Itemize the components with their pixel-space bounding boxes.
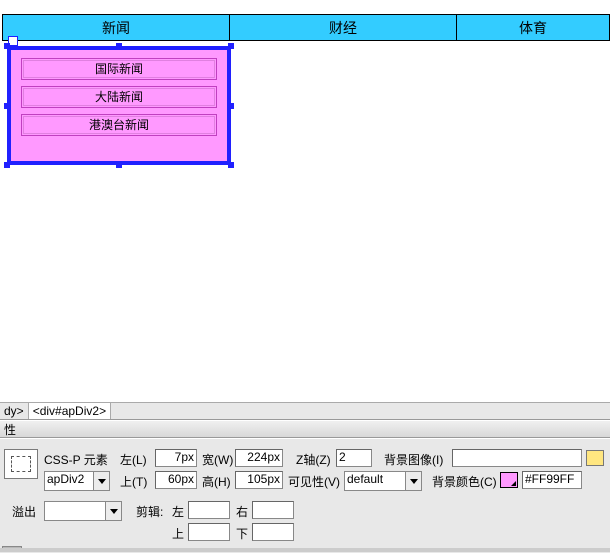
properties-panel: CSS-P 元素 左(L) 7px 宽(W) 224px Z轴(Z) 2 背景图… <box>0 438 610 553</box>
clip-right-label: 右 <box>236 503 248 520</box>
z-label: Z轴(Z) <box>296 451 331 468</box>
left-label: 左(L) <box>120 451 147 468</box>
resize-handle-bm[interactable] <box>116 162 122 168</box>
cssp-label: CSS-P 元素 <box>44 451 108 468</box>
overflow-select[interactable] <box>44 501 122 521</box>
nav-tab-sports[interactable]: 体育 <box>457 15 610 41</box>
nav-table: 新闻 财经 体育 <box>2 14 610 41</box>
submenu-item-label: 大陆新闻 <box>23 88 215 106</box>
clip-right-input[interactable] <box>252 501 294 519</box>
bgimage-label: 背景图像(I) <box>384 451 443 468</box>
clip-bottom-label: 下 <box>236 525 248 542</box>
top-label: 上(T) <box>120 473 147 490</box>
chevron-down-icon <box>405 472 421 490</box>
overflow-label: 溢出 <box>12 503 36 520</box>
height-input[interactable]: 105px <box>235 471 283 489</box>
visibility-label: 可见性(V) <box>288 473 340 490</box>
properties-panel-header[interactable]: 性 <box>0 420 610 438</box>
clip-left-input[interactable] <box>188 501 230 519</box>
bgimage-browse-icon[interactable] <box>586 450 604 466</box>
bgcolor-label: 背景颜色(C) <box>432 473 497 490</box>
resize-handle-tm[interactable] <box>116 43 122 49</box>
chevron-down-icon <box>105 502 121 520</box>
submenu-item-label: 国际新闻 <box>23 60 215 78</box>
left-input[interactable]: 7px <box>155 449 197 467</box>
visibility-select[interactable]: default <box>344 471 422 491</box>
id-select[interactable]: apDiv2 <box>44 471 110 491</box>
resize-handle-tl[interactable] <box>4 43 10 49</box>
z-input[interactable]: 2 <box>336 449 372 467</box>
resize-handle-tr[interactable] <box>228 43 234 49</box>
visibility-value: default <box>347 472 383 486</box>
design-canvas[interactable]: 新闻 财经 体育 国际新闻 大陆新闻 港澳台新闻 <box>0 0 610 400</box>
tag-body[interactable]: dy> <box>0 403 29 419</box>
clip-bottom-input[interactable] <box>252 523 294 541</box>
resize-handle-ml[interactable] <box>4 103 10 109</box>
clip-left-label: 左 <box>172 503 184 520</box>
top-input[interactable]: 60px <box>155 471 197 489</box>
properties-panel-title: 性 <box>4 421 16 438</box>
nav-tab-news[interactable]: 新闻 <box>3 15 230 41</box>
resize-handle-br[interactable] <box>228 162 234 168</box>
submenu-item[interactable]: 国际新闻 <box>21 58 217 80</box>
clip-top-input[interactable] <box>188 523 230 541</box>
chevron-down-icon <box>93 472 109 490</box>
nav-tab-finance[interactable]: 财经 <box>230 15 457 41</box>
csselement-icon <box>4 449 38 479</box>
bottom-strip <box>0 548 610 552</box>
apdiv-selection[interactable]: 国际新闻 大陆新闻 港澳台新闻 <box>7 46 231 165</box>
resize-handle-bl[interactable] <box>4 162 10 168</box>
clip-label: 剪辑: <box>136 503 163 520</box>
apdiv2[interactable]: 国际新闻 大陆新闻 港澳台新闻 <box>7 46 231 165</box>
bgimage-input[interactable] <box>452 449 582 467</box>
id-select-value: apDiv2 <box>47 472 84 486</box>
height-label: 高(H) <box>202 473 231 490</box>
bgcolor-input[interactable]: #FF99FF <box>522 471 582 489</box>
resize-handle-mr[interactable] <box>228 103 234 109</box>
bgcolor-swatch[interactable] <box>500 472 518 488</box>
width-input[interactable]: 224px <box>235 449 283 467</box>
submenu-item-label: 港澳台新闻 <box>23 116 215 134</box>
clip-top-label: 上 <box>172 525 184 542</box>
width-label: 宽(W) <box>202 451 233 468</box>
tag-apdiv2[interactable]: <div#apDiv2> <box>29 403 111 419</box>
submenu-item[interactable]: 港澳台新闻 <box>21 114 217 136</box>
submenu-item[interactable]: 大陆新闻 <box>21 86 217 108</box>
tag-selector-bar[interactable]: dy> <div#apDiv2> <box>0 402 610 420</box>
